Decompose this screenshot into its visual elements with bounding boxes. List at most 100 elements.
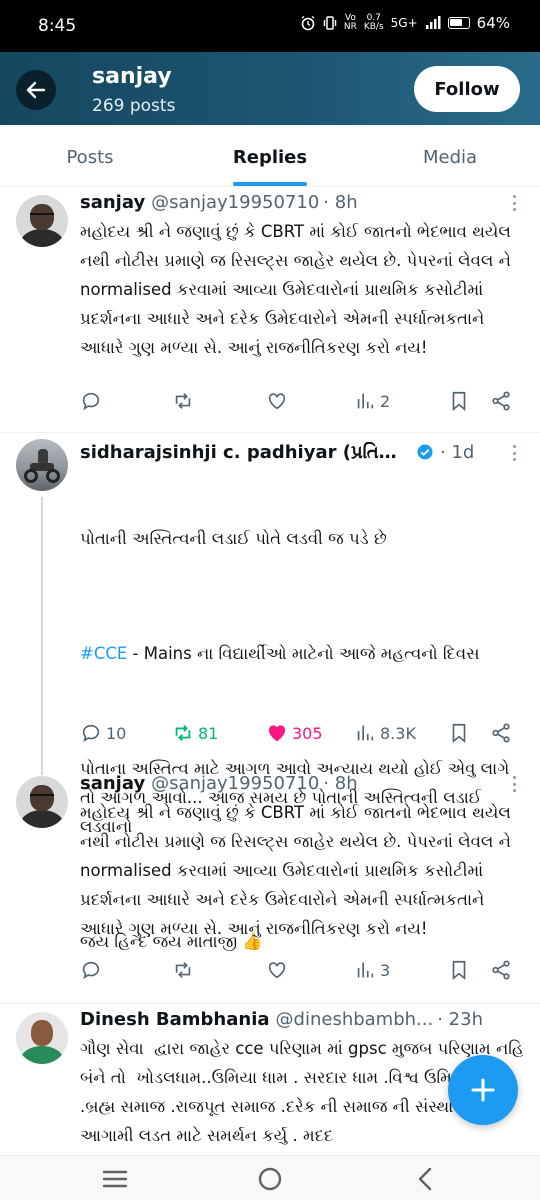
like-icon (268, 393, 286, 410)
more-icon[interactable] (506, 193, 522, 213)
status-bar: 8:45 Vo NR 0.7 KB/s 5G+ 64% (0, 0, 540, 52)
tweet-time: · 1d (440, 441, 475, 463)
repost-button[interactable] (172, 959, 194, 981)
views-icon (357, 962, 374, 978)
share-icon (492, 391, 510, 411)
tweet-header: sidharajsinhji c. padhiyar (પ્રતિહાર)...… (80, 439, 520, 465)
bookmark-button[interactable] (448, 722, 470, 744)
author-handle[interactable]: @dineshbambh... (276, 1009, 434, 1030)
back-button[interactable] (16, 70, 56, 110)
like-icon (268, 962, 286, 979)
bookmark-button[interactable] (448, 959, 470, 981)
volte-nr-label: NR (343, 22, 357, 32)
recents-icon (102, 1170, 128, 1188)
repost-count: 81 (198, 723, 219, 743)
net-speed-unit: KB/s (363, 22, 384, 32)
views-count: 3 (380, 960, 391, 980)
tweet-line: #CCE - Mains ના વિદ્યાર્થીઓ માટેનો આજે મ… (80, 639, 524, 668)
reply-icon (82, 724, 100, 743)
follow-button[interactable]: Follow (414, 66, 520, 112)
share-button[interactable] (490, 722, 512, 744)
battery-icon (447, 17, 470, 29)
repost-button[interactable]: 81 (172, 722, 218, 744)
network-type: 5G+ (390, 16, 418, 30)
reply-button[interactable] (80, 959, 102, 981)
avatar[interactable] (16, 439, 68, 491)
back-nav-button[interactable] (410, 1164, 440, 1194)
back-icon (418, 1167, 432, 1191)
reply-icon (82, 392, 100, 411)
tweet-time: · 8h (323, 772, 358, 794)
tweet[interactable]: sidharajsinhji c. padhiyar (પ્રતિહાર)...… (0, 433, 540, 951)
like-button[interactable]: 305 (266, 722, 323, 744)
views-count: 8.3K (380, 723, 416, 743)
author-handle[interactable]: @sanjay19950710 (151, 773, 319, 794)
views-icon (357, 393, 374, 409)
tweet-line: પોતાની અસ્તિત્વની લડાઈ પોતે લડવી જ પડે છ… (80, 529, 387, 548)
reply-icon (82, 961, 100, 980)
like-count: 305 (292, 723, 323, 743)
reply-button[interactable]: 10 (80, 722, 126, 744)
bookmark-button[interactable] (448, 390, 470, 412)
avatar[interactable] (16, 1012, 68, 1064)
avatar[interactable] (16, 195, 68, 247)
vibrate-icon (323, 16, 337, 30)
replies-feed: sanjay @sanjay19950710 · 8h મહોદય શ્રી ન… (0, 187, 540, 1155)
tweet-actions: 3 (80, 959, 520, 987)
bookmark-icon (452, 960, 466, 981)
tab-media[interactable]: Media (360, 125, 540, 186)
status-time: 8:45 (38, 16, 77, 36)
repost-button[interactable] (172, 390, 194, 412)
views-count: 2 (380, 391, 391, 411)
tweet-header: sanjay @sanjay19950710 · 8h (80, 770, 520, 796)
recents-button[interactable] (100, 1164, 130, 1194)
battery-percent: 64% (476, 14, 510, 32)
system-nav-bar (0, 1155, 540, 1200)
tweet-header: sanjay @sanjay19950710 · 8h (80, 189, 520, 215)
tweet-time: · 23h (437, 1008, 483, 1030)
profile-tabs: Posts Replies Media (0, 125, 540, 187)
author-name[interactable]: sidharajsinhji c. padhiyar (પ્રતિહાર)... (80, 442, 410, 463)
repost-icon (175, 725, 191, 741)
author-name[interactable]: sanjay (80, 773, 145, 794)
post-count: 269 posts (92, 96, 176, 116)
tweet-actions: 2 (80, 390, 520, 418)
tweet[interactable]: sanjay @sanjay19950710 · 8h મહોદય શ્રી ન… (0, 187, 540, 433)
like-button[interactable] (266, 390, 288, 412)
share-button[interactable] (490, 390, 512, 412)
plus-icon (471, 1078, 495, 1102)
tweet[interactable]: sanjay @sanjay19950710 · 8h મહોદય શ્રી ન… (0, 770, 540, 1004)
views-button[interactable]: 3 (354, 959, 390, 981)
alarm-icon (301, 15, 315, 31)
views-icon (357, 725, 374, 741)
share-button[interactable] (490, 959, 512, 981)
repost-icon (175, 393, 191, 409)
home-button[interactable] (255, 1164, 285, 1194)
hashtag-link[interactable]: #CCE (80, 644, 127, 663)
author-handle[interactable]: @sanjay19950710 (151, 192, 319, 213)
avatar[interactable] (16, 776, 68, 828)
tweet-text: મહોદય શ્રી ને જણાવું છું કે CBRT માં કોઈ… (80, 222, 517, 357)
reply-button[interactable] (80, 390, 102, 412)
views-button[interactable]: 8.3K (354, 722, 416, 744)
like-button[interactable] (266, 959, 288, 981)
tab-replies[interactable]: Replies (180, 125, 360, 186)
profile-header: sanjay 269 posts Follow (0, 52, 540, 125)
author-name[interactable]: sanjay (80, 192, 145, 213)
volte-indicator: Vo NR (344, 14, 357, 32)
more-icon[interactable] (506, 774, 522, 794)
more-icon[interactable] (506, 443, 522, 463)
bookmark-icon (452, 391, 466, 412)
profile-name: sanjay (92, 64, 172, 89)
author-name[interactable]: Dinesh Bambhania (80, 1009, 270, 1030)
views-button[interactable]: 2 (354, 390, 390, 412)
tweet-header: Dinesh Bambhania @dineshbambh... · 23h (80, 1006, 520, 1032)
tab-posts[interactable]: Posts (0, 125, 180, 186)
compose-button[interactable] (448, 1055, 518, 1125)
tweet-text: મહોદય શ્રી ને જણાવું છું કે CBRT માં કોઈ… (80, 803, 517, 938)
home-icon (258, 1167, 282, 1191)
signal-icon (425, 16, 441, 29)
tweet-time: · 8h (323, 191, 358, 213)
tweet-actions: 10 81 305 8.3K (80, 722, 520, 750)
repost-icon (175, 962, 191, 978)
